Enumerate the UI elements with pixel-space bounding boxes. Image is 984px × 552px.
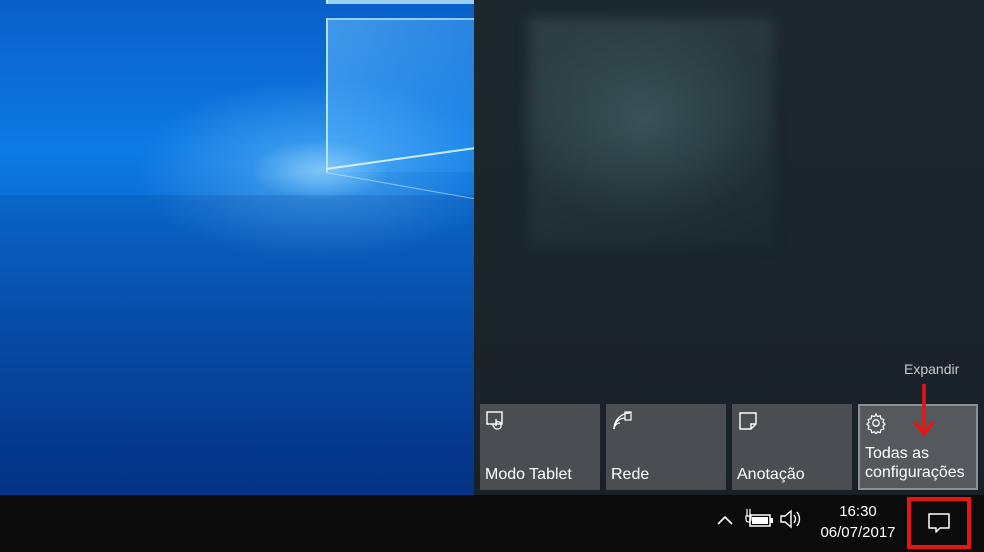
volume-icon[interactable] <box>778 506 806 532</box>
network-icon <box>613 411 632 430</box>
wallpaper-window-top-edge <box>326 0 474 4</box>
chevron-up-icon[interactable] <box>714 509 736 531</box>
quick-action-tablet-mode[interactable]: Modo Tablet <box>480 404 600 490</box>
taskbar: 16:30 06/07/2017 <box>0 495 984 552</box>
taskbar-clock[interactable]: 16:30 06/07/2017 <box>812 501 904 543</box>
gear-icon <box>866 412 886 434</box>
note-icon <box>739 412 757 430</box>
clock-time: 16:30 <box>839 503 877 520</box>
quick-action-note[interactable]: Anotação <box>732 404 852 490</box>
annotation-arrow-icon <box>913 384 935 437</box>
wallpaper-floor <box>0 195 474 495</box>
battery-power-icon[interactable] <box>744 506 774 532</box>
quick-action-label: Modo Tablet <box>485 466 572 483</box>
quick-actions: Modo Tablet Rede Anotação Todas as confi… <box>480 404 978 490</box>
quick-action-network[interactable]: Rede <box>606 404 726 490</box>
blurred-background <box>529 18 774 248</box>
quick-action-label: Rede <box>611 466 650 483</box>
desktop-wallpaper <box>0 0 474 495</box>
clock-date: 06/07/2017 <box>820 524 896 541</box>
action-center-button[interactable] <box>907 497 971 549</box>
expand-link[interactable]: Expandir <box>904 361 959 377</box>
quick-action-label: Anotação <box>737 466 805 483</box>
wallpaper-glow <box>250 140 390 200</box>
notification-icon <box>928 513 950 533</box>
quick-action-label: Todas as configurações <box>865 445 965 481</box>
action-center-panel: Expandir Modo Tablet Rede Anotação Todas… <box>474 0 984 495</box>
tablet-mode-icon <box>486 411 503 430</box>
